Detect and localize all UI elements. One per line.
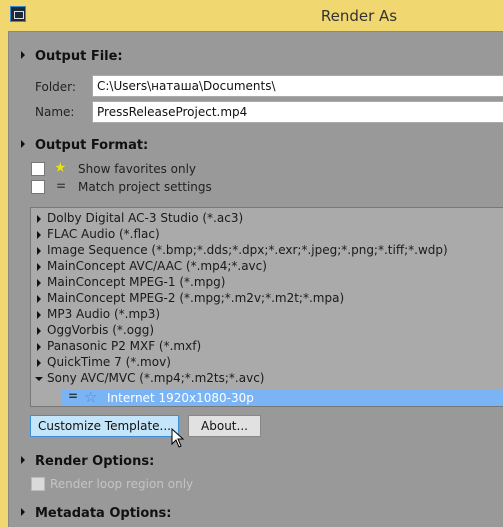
expand-arrow-icon[interactable] bbox=[37, 263, 41, 271]
expand-arrow-icon bbox=[21, 508, 25, 516]
format-label: MainConcept MPEG-1 (*.mpg) bbox=[47, 275, 226, 289]
expand-arrow-icon[interactable] bbox=[37, 279, 41, 287]
section-heading: Render Options: bbox=[35, 454, 155, 469]
format-item[interactable]: Image Sequence (*.bmp;*.dds;*.dpx;*.exr;… bbox=[31, 243, 503, 259]
format-item[interactable]: Sony AVC/MVC (*.mp4;*.m2ts;*.avc) bbox=[31, 371, 503, 387]
expand-arrow-icon[interactable] bbox=[37, 311, 41, 319]
star-icon: ★ bbox=[54, 160, 67, 176]
format-label: MainConcept AVC/AAC (*.mp4;*.avc) bbox=[47, 259, 267, 273]
expand-arrow-icon[interactable] bbox=[37, 359, 41, 367]
expand-arrow-icon[interactable] bbox=[37, 247, 41, 255]
section-output-file[interactable]: Output File: bbox=[21, 49, 123, 64]
format-item[interactable]: MainConcept MPEG-2 (*.mpg;*.m2v;*.m2t;*.… bbox=[31, 291, 503, 307]
format-label: Image Sequence (*.bmp;*.dds;*.dpx;*.exr;… bbox=[47, 243, 448, 257]
format-item[interactable]: QuickTime 7 (*.mov) bbox=[31, 355, 503, 371]
equals-icon: = bbox=[68, 389, 79, 403]
section-heading: Output Format: bbox=[35, 138, 149, 153]
expand-arrow-icon[interactable] bbox=[37, 343, 41, 351]
expand-arrow-icon[interactable] bbox=[37, 295, 41, 303]
format-item[interactable]: MP3 Audio (*.mp3) bbox=[31, 307, 503, 323]
format-label: MainConcept MPEG-2 (*.mpg;*.m2v;*.m2t;*.… bbox=[47, 291, 345, 305]
expand-arrow-icon bbox=[21, 51, 25, 59]
match-project-label[interactable]: Match project settings bbox=[78, 180, 212, 194]
section-heading: Output File: bbox=[35, 49, 123, 64]
customize-template-button[interactable]: Customize Template... bbox=[30, 415, 179, 437]
format-label: Panasonic P2 MXF (*.mxf) bbox=[47, 339, 202, 353]
format-label: Sony AVC/MVC (*.mp4;*.m2ts;*.avc) bbox=[47, 371, 265, 385]
expand-arrow-icon bbox=[21, 456, 25, 464]
section-render-options[interactable]: Render Options: bbox=[21, 454, 154, 469]
format-item[interactable]: OggVorbis (*.ogg) bbox=[31, 323, 503, 339]
template-item-selected[interactable]: = ☆ Internet 1920x1080-30p bbox=[62, 388, 503, 406]
format-label: MP3 Audio (*.mp3) bbox=[47, 307, 161, 321]
show-favorites-checkbox[interactable] bbox=[31, 162, 45, 176]
expand-arrow-icon[interactable] bbox=[37, 231, 41, 239]
format-label: OggVorbis (*.ogg) bbox=[47, 323, 155, 337]
star-outline-icon[interactable]: ☆ bbox=[84, 388, 97, 406]
format-item[interactable]: MainConcept AVC/AAC (*.mp4;*.avc) bbox=[31, 259, 503, 275]
format-label: QuickTime 7 (*.mov) bbox=[47, 355, 171, 369]
folder-input[interactable]: C:\Users\наташа\Documents\ bbox=[92, 75, 503, 97]
loop-region-checkbox[interactable] bbox=[31, 477, 45, 491]
dialog-body: Output File: Folder: C:\Users\наташа\Doc… bbox=[8, 31, 503, 527]
format-item[interactable]: Dolby Digital AC-3 Studio (*.ac3) bbox=[31, 211, 503, 227]
format-item[interactable]: MainConcept MPEG-1 (*.mpg) bbox=[31, 275, 503, 291]
window-title: Render As bbox=[320, 7, 398, 25]
expand-arrow-icon[interactable] bbox=[37, 215, 41, 223]
format-label: Dolby Digital AC-3 Studio (*.ac3) bbox=[47, 211, 244, 225]
show-favorites-label[interactable]: Show favorites only bbox=[78, 162, 196, 176]
format-tree-list[interactable]: Sony AVC/MVC (*.mp4;*.m2ts;*.avc) QuickTi… bbox=[30, 207, 503, 407]
collapse-arrow-icon[interactable] bbox=[35, 377, 43, 381]
expand-arrow-icon[interactable] bbox=[37, 327, 41, 335]
format-item[interactable]: Panasonic P2 MXF (*.mxf) bbox=[31, 339, 503, 355]
template-label: Internet 1920x1080-30p bbox=[107, 391, 254, 405]
loop-region-label: Render loop region only bbox=[50, 477, 194, 491]
match-project-checkbox[interactable] bbox=[31, 180, 45, 194]
about-button[interactable]: About... bbox=[188, 415, 261, 437]
section-heading: Metadata Options: bbox=[35, 506, 172, 521]
name-input[interactable]: PressReleaseProject.mp4 bbox=[92, 101, 503, 123]
mouse-cursor-icon bbox=[171, 428, 185, 448]
format-item[interactable]: FLAC Audio (*.flac) bbox=[31, 227, 503, 243]
folder-label: Folder: bbox=[35, 80, 76, 94]
format-label: FLAC Audio (*.flac) bbox=[47, 227, 160, 241]
section-metadata-options[interactable]: Metadata Options: bbox=[21, 506, 171, 521]
expand-arrow-icon bbox=[21, 140, 25, 148]
name-label: Name: bbox=[35, 105, 75, 119]
equals-icon: = bbox=[56, 179, 67, 193]
title-bar: Render As bbox=[0, 0, 503, 31]
section-output-format[interactable]: Output Format: bbox=[21, 138, 148, 153]
